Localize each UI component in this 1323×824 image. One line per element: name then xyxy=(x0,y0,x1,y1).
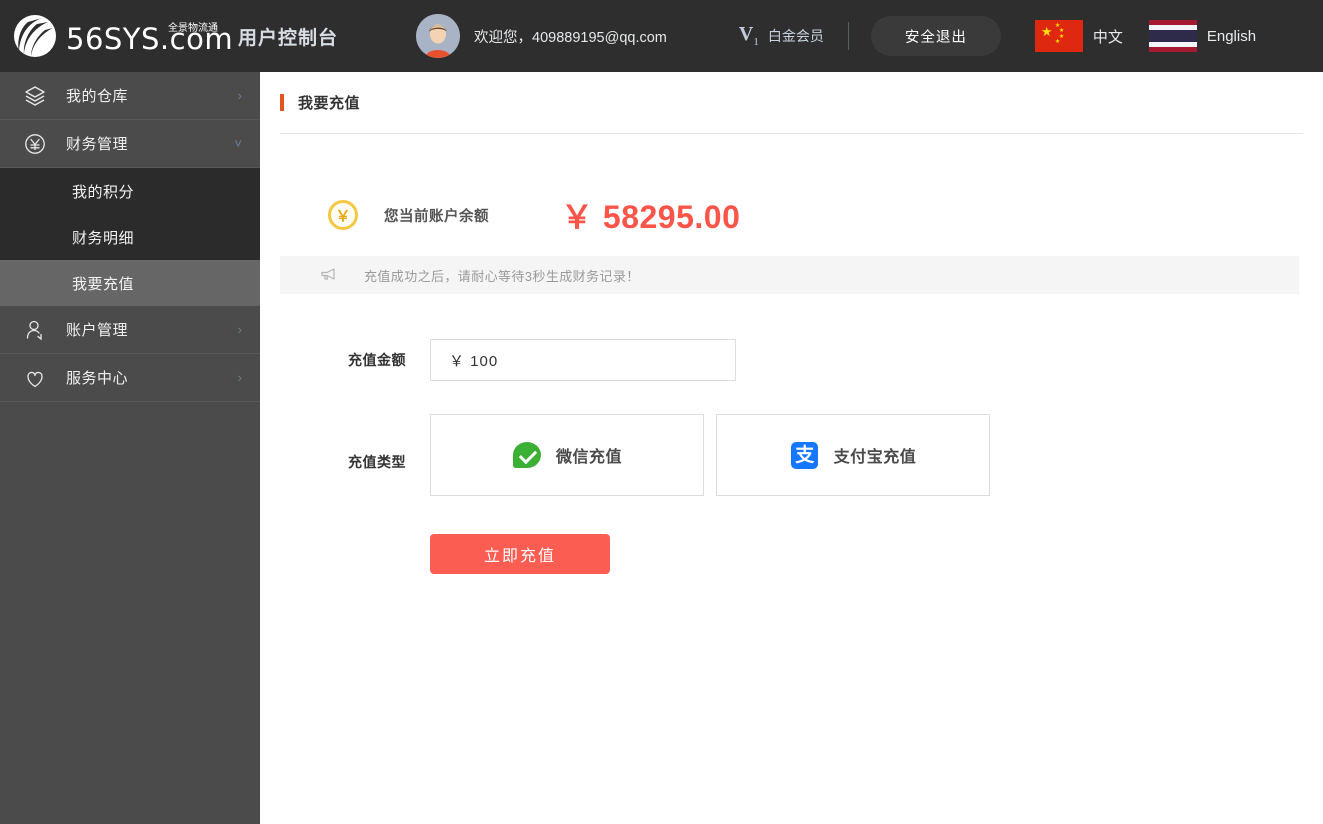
main-content: 我要充值 ￥ 您当前账户余额 ￥ 58295.00 充值成功之后，请耐心等待3秒… xyxy=(260,72,1323,824)
sidebar-label-service-center: 服务中心 xyxy=(66,370,129,387)
sidebar-label-finance: 财务管理 xyxy=(66,136,129,153)
welcome-text: 欢迎您，409889195@qq.com xyxy=(474,29,667,46)
header-divider xyxy=(847,22,849,50)
submit-row: 立即充值 xyxy=(260,534,1323,574)
page-title: 我要充值 xyxy=(298,95,361,112)
sidebar-item-my-warehouse[interactable]: 我的仓库 › xyxy=(0,72,260,120)
chevron-right-icon: › xyxy=(237,322,242,337)
sidebar-submenu-finance: 我的积分 财务明细 我要充值 xyxy=(0,168,260,306)
payment-option-alipay[interactable]: 支 支付宝充值 xyxy=(716,414,990,496)
brand-logo[interactable]: 全景物流通 56SYS.com xyxy=(12,13,233,59)
language-option-english[interactable]: English xyxy=(1148,20,1257,52)
logout-button[interactable]: 安全退出 xyxy=(870,16,1001,56)
yen-coin-icon: ￥ xyxy=(328,200,358,230)
console-title: 用户控制台 xyxy=(238,27,339,49)
user-account-icon xyxy=(22,317,48,343)
payment-label-wechat: 微信充值 xyxy=(555,449,622,466)
sidebar-subitem-finance-details[interactable]: 财务明细 xyxy=(0,214,260,260)
sidebar-label-account: 账户管理 xyxy=(66,322,129,339)
sidebar-sublabel-recharge: 我要充值 xyxy=(72,275,135,293)
sidebar-subitem-my-points[interactable]: 我的积分 xyxy=(0,168,260,214)
chevron-right-icon: › xyxy=(237,370,242,385)
balance-label: 您当前账户余额 xyxy=(384,208,489,225)
recharge-amount-label: 充值金额 xyxy=(348,352,406,368)
balance-amount: ￥ 58295.00 xyxy=(561,199,741,235)
balance-row: ￥ 您当前账户余额 ￥ 58295.00 xyxy=(260,176,1323,254)
page-title-accent-bar xyxy=(280,94,284,111)
sidebar-item-service-center[interactable]: 服务中心 › xyxy=(0,354,260,402)
recharge-type-row: 充值类型 微信充值 支 支付宝充值 xyxy=(260,414,1323,496)
recharge-now-button[interactable]: 立即充值 xyxy=(430,534,610,574)
notice-text: 充值成功之后，请耐心等待3秒生成财务记录！ xyxy=(364,268,640,284)
user-info: 欢迎您，409889195@qq.com xyxy=(416,14,667,58)
sidebar-label-my-warehouse: 我的仓库 xyxy=(66,88,129,105)
payment-option-wechat[interactable]: 微信充值 xyxy=(430,414,704,496)
member-level-block: V1 白金会员 xyxy=(739,24,824,48)
megaphone-icon xyxy=(318,264,340,286)
chevron-down-icon: ˅ xyxy=(234,136,242,151)
brand-wordmark: 全景物流通 56SYS.com xyxy=(66,16,233,56)
brand-main-label: 56SYS.com xyxy=(66,22,234,56)
member-v-badge: V1 xyxy=(738,23,759,48)
sidebar-sublabel-finance-details: 财务明细 xyxy=(72,229,135,247)
sidebar-subitem-recharge[interactable]: 我要充值 xyxy=(0,260,260,306)
sidebar-item-finance[interactable]: 财务管理 ˅ xyxy=(0,120,260,168)
layers-icon xyxy=(22,83,48,109)
56sys-swoosh-logo xyxy=(12,13,58,59)
recharge-type-label: 充值类型 xyxy=(348,454,406,470)
language-label-english: English xyxy=(1206,27,1257,45)
user-avatar[interactable] xyxy=(416,14,461,58)
recharge-amount-input[interactable] xyxy=(430,339,736,381)
chevron-right-icon: › xyxy=(237,88,242,103)
member-level-label: 白金会员 xyxy=(767,28,824,44)
shield-heart-icon xyxy=(22,365,48,391)
wechat-pay-icon xyxy=(512,440,542,470)
notice-bar: 充值成功之后，请耐心等待3秒生成财务记录！ xyxy=(280,256,1299,294)
top-header: 全景物流通 56SYS.com 用户控制台 欢迎您，409889195@qq.c… xyxy=(0,0,1323,72)
page-header: 我要充值 xyxy=(280,72,1303,134)
yen-circle-icon xyxy=(22,131,48,157)
flag-thailand-icon xyxy=(1148,20,1197,52)
recharge-amount-row: 充值金额 xyxy=(260,339,1323,381)
alipay-icon: 支 xyxy=(790,440,820,470)
sidebar-sublabel-my-points: 我的积分 xyxy=(72,183,135,201)
left-sidebar: 我的仓库 › 财务管理 ˅ 我的积分 财务明细 我要充值 账户管理 › 服务中心… xyxy=(0,72,260,824)
flag-china-icon: ★ ★ ★ ★ ★ xyxy=(1034,20,1083,52)
sidebar-item-account[interactable]: 账户管理 › xyxy=(0,306,260,354)
language-switcher: ★ ★ ★ ★ ★ 中文 English xyxy=(1034,20,1257,52)
language-option-chinese[interactable]: ★ ★ ★ ★ ★ 中文 xyxy=(1034,20,1123,52)
language-label-chinese: 中文 xyxy=(1092,28,1123,46)
payment-label-alipay: 支付宝充值 xyxy=(833,449,917,466)
